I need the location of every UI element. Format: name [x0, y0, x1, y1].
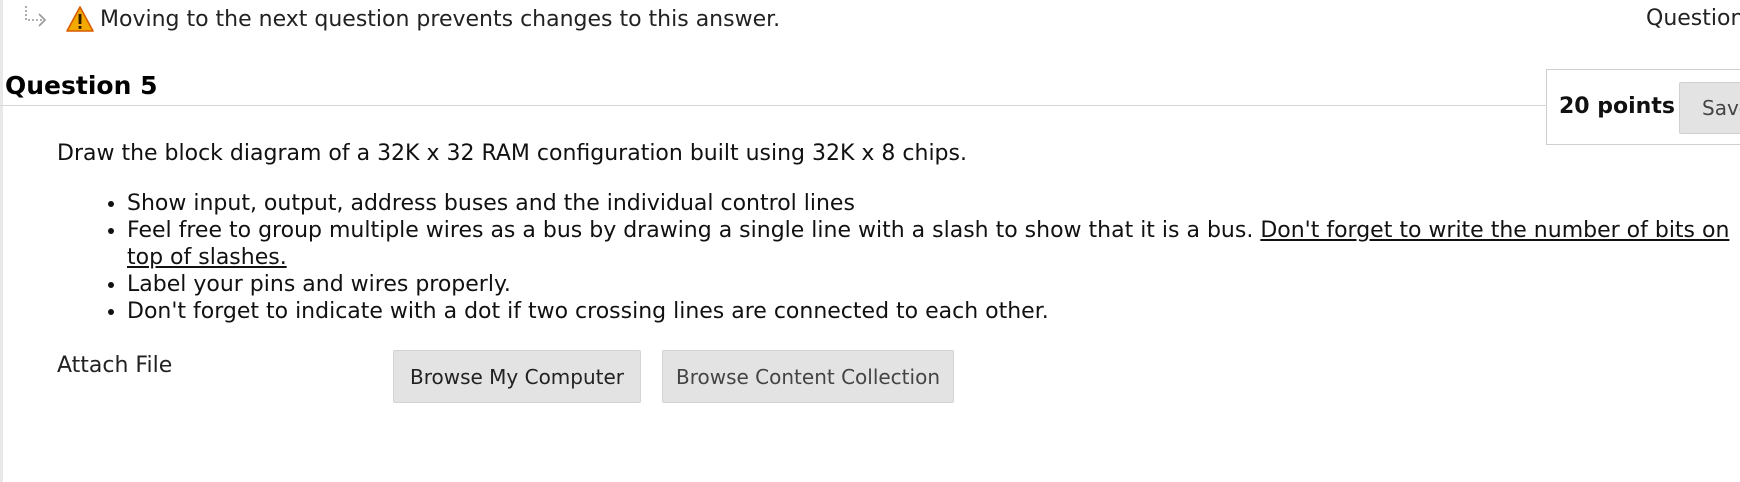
instruction-item: Feel free to group multiple wires as a b… — [127, 217, 1737, 271]
instruction-text: Label your pins and wires properly. — [127, 272, 511, 297]
left-edge-border — [0, 0, 3, 482]
question-prompt: Draw the block diagram of a 32K x 32 RAM… — [57, 141, 967, 166]
instruction-item: Label your pins and wires properly. — [127, 271, 1737, 298]
instruction-item: Don't forget to indicate with a dot if t… — [127, 298, 1737, 325]
instruction-list: Show input, output, address buses and th… — [57, 190, 1737, 325]
points-panel: 20 points Save — [1546, 69, 1740, 145]
question-navigation-link[interactable]: Question — [1646, 6, 1740, 31]
title-divider — [0, 105, 1546, 106]
instruction-text: Show input, output, address buses and th… — [127, 191, 855, 216]
instruction-text: Feel free to group multiple wires as a b… — [127, 218, 1261, 243]
warning-triangle-icon — [66, 6, 94, 32]
question-title: Question 5 — [5, 71, 158, 100]
browse-content-collection-button[interactable]: Browse Content Collection — [662, 350, 954, 403]
attach-file-label: Attach File — [57, 353, 173, 378]
instruction-item: Show input, output, address buses and th… — [127, 190, 1737, 217]
browse-my-computer-button[interactable]: Browse My Computer — [393, 350, 641, 403]
instruction-text: Don't forget to indicate with a dot if t… — [127, 299, 1049, 324]
arrow-branch-icon — [25, 6, 47, 27]
save-answer-button[interactable]: Save — [1679, 82, 1740, 134]
question-page: Moving to the next question prevents cha… — [0, 0, 1740, 482]
points-value: 20 points — [1559, 94, 1675, 119]
warning-text: Moving to the next question prevents cha… — [100, 6, 781, 32]
navigation-warning: Moving to the next question prevents cha… — [22, 2, 780, 36]
